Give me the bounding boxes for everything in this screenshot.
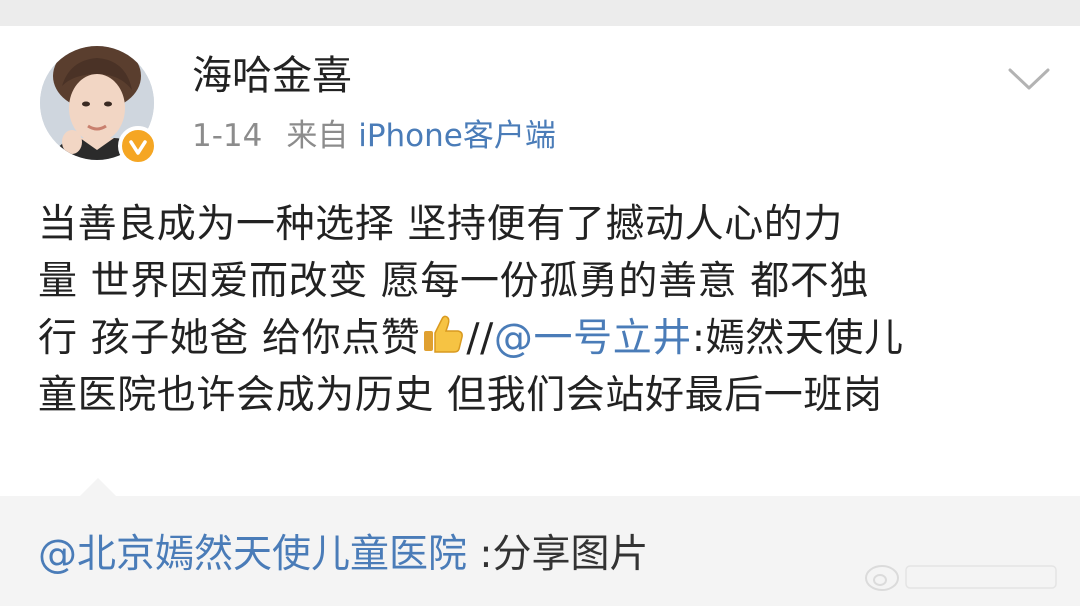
post-body-line: 行 孩子她爸 给你点赞 //@一号立井:嫣然天使儿 [38, 310, 1048, 367]
post-body-line: 童医院也许会成为历史 但我们会站好最后一班岗 [38, 373, 883, 418]
retweet-suffix: :分享图片 [467, 532, 649, 577]
retweet-mention-link[interactable]: @北京嫣然天使儿童医院 [38, 532, 467, 577]
post-body: 当善良成为一种选择 坚持便有了撼动人心的力 量 世界因爱而改变 愿每一份孤勇的善… [38, 196, 1048, 424]
post-body-line: 量 世界因爱而改变 愿每一份孤勇的善意 都不独 [38, 259, 869, 304]
post-body-text: :嫣然天使儿 [691, 316, 904, 361]
thumbs-up-emoji [420, 311, 466, 357]
source-prefix: 来自 [286, 118, 349, 154]
weibo-watermark-icon [865, 565, 1057, 591]
post-body-text: 行 孩子她爸 给你点赞 [38, 316, 421, 361]
mention-link[interactable]: @一号立井 [494, 316, 692, 361]
retweet-pointer [80, 478, 116, 496]
chevron-down-icon[interactable] [1004, 58, 1054, 98]
post-source[interactable]: iPhone客户端 [358, 118, 556, 154]
repost-slashes: // [466, 316, 494, 361]
username[interactable]: 海哈金喜 [192, 52, 352, 100]
verified-badge-icon [118, 126, 158, 166]
top-bar [0, 0, 1080, 26]
post-date: 1-14 [192, 118, 263, 154]
retweet-area[interactable]: @北京嫣然天使儿童医院 :分享图片 [0, 478, 1080, 606]
post-body-line: 当善良成为一种选择 坚持便有了撼动人心的力 [38, 202, 843, 247]
post-meta: 1-14 来自 iPhone客户端 [192, 118, 556, 155]
retweet-text: @北京嫣然天使儿童医院 :分享图片 [38, 532, 649, 579]
